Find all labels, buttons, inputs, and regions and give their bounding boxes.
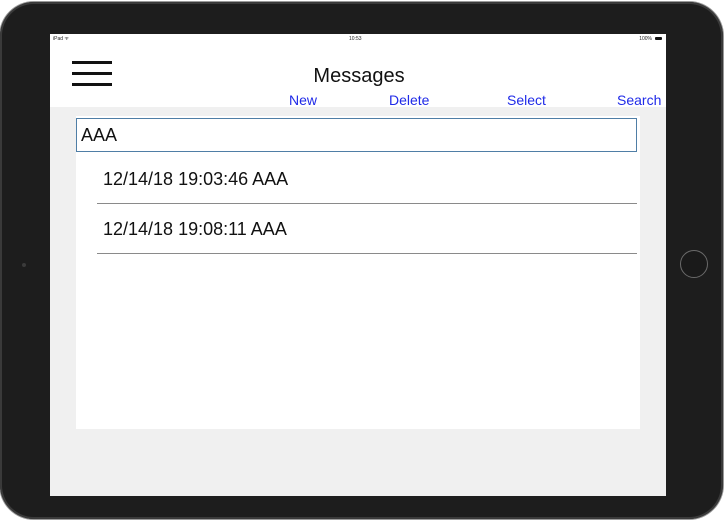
message-list: 12/14/18 19:03:46 AAA 12/14/18 19:08:11 …: [97, 154, 637, 254]
status-time: 10:53: [349, 36, 362, 42]
status-bar: iPad ᯤ 10:53 100%: [50, 34, 666, 44]
battery-level: 100%: [639, 36, 652, 42]
message-list-item[interactable]: 12/14/18 19:03:46 AAA: [97, 154, 637, 204]
message-list-item[interactable]: 12/14/18 19:08:11 AAA: [97, 204, 637, 254]
carrier-label: iPad ᯤ: [53, 36, 69, 42]
hamburger-line: [72, 72, 112, 75]
new-button[interactable]: New: [289, 92, 317, 108]
hamburger-menu-icon[interactable]: [72, 61, 112, 91]
battery-icon: [655, 37, 662, 40]
messages-panel: 12/14/18 19:03:46 AAA 12/14/18 19:08:11 …: [76, 116, 640, 429]
page-title: Messages: [313, 65, 405, 87]
search-button[interactable]: Search: [617, 92, 661, 108]
ipad-frame: iPad ᯤ 10:53 100% Messages New Delete Se…: [0, 2, 723, 519]
delete-button[interactable]: Delete: [389, 92, 429, 108]
navigation-header: Messages New Delete Select Search: [50, 44, 666, 108]
search-input[interactable]: [76, 118, 637, 152]
app-screen: iPad ᯤ 10:53 100% Messages New Delete Se…: [50, 34, 666, 496]
front-camera: [22, 263, 26, 267]
hamburger-line: [72, 83, 112, 86]
select-button[interactable]: Select: [507, 92, 546, 108]
home-button[interactable]: [680, 250, 708, 278]
hamburger-line: [72, 61, 112, 64]
